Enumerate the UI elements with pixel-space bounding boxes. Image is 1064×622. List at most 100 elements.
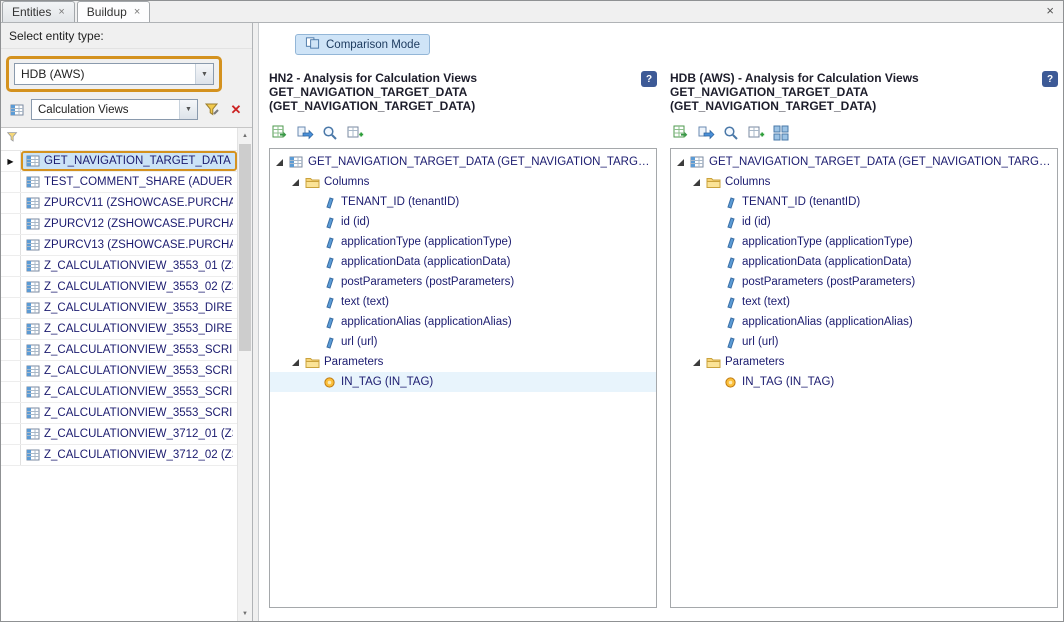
entity-list-item[interactable]: ▶ Z_CALCULATIONVIEW_3553_DIRECT xyxy=(1,298,237,319)
tab-close-icon[interactable]: × xyxy=(134,7,140,18)
sidebar-header-label: Select entity type: xyxy=(1,23,252,49)
row-gutter[interactable]: ▶ xyxy=(1,193,21,213)
zoom-icon[interactable] xyxy=(321,124,339,142)
calculation-view-icon xyxy=(26,301,40,315)
layout-grid-icon[interactable] xyxy=(772,124,790,142)
view-type-value: Calculation Views xyxy=(38,104,129,116)
tree-item-column[interactable]: text (text) xyxy=(270,292,656,312)
collapse-arrow-icon[interactable] xyxy=(692,358,701,367)
collapse-arrow-icon[interactable] xyxy=(676,158,685,167)
list-scrollbar[interactable]: ▲ ▼ xyxy=(237,128,252,621)
calculation-view-icon xyxy=(26,196,40,210)
entity-list-item[interactable]: ▶ ZPURCV11 (ZSHOWCASE.PURCHASIN xyxy=(1,193,237,214)
comparison-mode-label: Comparison Mode xyxy=(326,39,420,51)
tree-folder-columns[interactable]: Columns xyxy=(270,172,656,192)
entity-list-item[interactable]: ▶ Z_CALCULATIONVIEW_3553_DIRECT xyxy=(1,319,237,340)
collapse-arrow-icon[interactable] xyxy=(291,178,300,187)
tree-item-column[interactable]: applicationAlias (applicationAlias) xyxy=(270,312,656,332)
tree-columns-list: TENANT_ID (tenantID) id (id) application… xyxy=(671,192,1057,352)
tree-folder-parameters[interactable]: Parameters xyxy=(270,352,656,372)
row-gutter[interactable]: ▶ xyxy=(1,319,21,339)
scroll-down-icon[interactable]: ▼ xyxy=(238,606,252,621)
export-table-icon[interactable] xyxy=(672,124,690,142)
zoom-icon[interactable] xyxy=(722,124,740,142)
column-icon xyxy=(321,256,337,269)
entity-type-dropdown[interactable]: HDB (AWS) ▼ xyxy=(14,63,214,85)
tree-item-column[interactable]: postParameters (postParameters) xyxy=(671,272,1057,292)
entity-list-item[interactable]: ▶ TEST_COMMENT_SHARE (ADUERRST xyxy=(1,172,237,193)
row-gutter[interactable]: ▶ xyxy=(1,403,21,423)
column-icon xyxy=(321,276,337,289)
add-columns-icon[interactable] xyxy=(346,124,364,142)
row-gutter[interactable]: ▶ xyxy=(1,277,21,297)
help-icon[interactable]: ? xyxy=(641,71,657,87)
tree-item-column[interactable]: applicationAlias (applicationAlias) xyxy=(671,312,1057,332)
row-gutter[interactable]: ▶ xyxy=(1,340,21,360)
row-gutter[interactable]: ▶ xyxy=(1,214,21,234)
entity-list-item[interactable]: ▶ Z_CALCULATIONVIEW_3553_SCRIPT xyxy=(1,382,237,403)
row-gutter[interactable]: ▶ xyxy=(1,424,21,444)
tab-entities[interactable]: Entities × xyxy=(2,1,75,22)
scroll-up-icon[interactable]: ▲ xyxy=(238,128,252,143)
entity-list-item[interactable]: ▶ Z_CALCULATIONVIEW_3553_01 (ZSF xyxy=(1,256,237,277)
row-gutter[interactable]: ▶ xyxy=(1,256,21,276)
filter-row[interactable] xyxy=(1,128,237,151)
calculation-view-icon xyxy=(26,322,40,336)
tree-item-column[interactable]: applicationType (applicationType) xyxy=(671,232,1057,252)
collapse-arrow-icon[interactable] xyxy=(291,358,300,367)
collapse-arrow-icon[interactable] xyxy=(692,178,701,187)
column-label: applicationType (applicationType) xyxy=(341,236,512,248)
transfer-icon[interactable] xyxy=(697,124,715,142)
tab-buildup[interactable]: Buildup × xyxy=(77,1,150,22)
tree-item-column[interactable]: id (id) xyxy=(270,212,656,232)
row-gutter[interactable]: ▶ xyxy=(1,235,21,255)
close-icon[interactable]: × xyxy=(1046,4,1054,17)
tree-item-column[interactable]: TENANT_ID (tenantID) xyxy=(270,192,656,212)
tree-item-column[interactable]: applicationData (applicationData) xyxy=(671,252,1057,272)
folder-label: Parameters xyxy=(725,356,784,368)
tree-item-parameter[interactable]: IN_TAG (IN_TAG) xyxy=(671,372,1057,392)
row-gutter[interactable]: ▶ xyxy=(1,382,21,402)
add-columns-icon[interactable] xyxy=(747,124,765,142)
tree-item-column[interactable]: TENANT_ID (tenantID) xyxy=(671,192,1057,212)
entity-list-item[interactable]: ▶ Z_CALCULATIONVIEW_3553_SCRIPT xyxy=(1,340,237,361)
tree-item-column[interactable]: url (url) xyxy=(270,332,656,352)
row-gutter[interactable]: ▶ xyxy=(1,172,21,192)
help-icon[interactable]: ? xyxy=(1042,71,1058,87)
row-gutter[interactable]: ▶ xyxy=(1,298,21,318)
tab-close-icon[interactable]: × xyxy=(58,7,64,18)
view-type-dropdown[interactable]: Calculation Views ▼ xyxy=(31,99,198,120)
export-table-icon[interactable] xyxy=(271,124,289,142)
tree-folder-parameters[interactable]: Parameters xyxy=(671,352,1057,372)
tree-item-parameter[interactable]: IN_TAG (IN_TAG) xyxy=(270,372,656,392)
clear-filter-button[interactable]: ✕ xyxy=(226,100,246,120)
edit-filter-button[interactable] xyxy=(202,100,222,120)
tree-item-column[interactable]: applicationData (applicationData) xyxy=(270,252,656,272)
row-gutter[interactable]: ▶ xyxy=(1,445,21,465)
entity-list-item[interactable]: ▶ Z_CALCULATIONVIEW_3553_02 (ZSF xyxy=(1,277,237,298)
tree-root[interactable]: GET_NAVIGATION_TARGET_DATA (GET_NAVIGATI… xyxy=(270,152,656,172)
chevron-down-icon[interactable]: ▼ xyxy=(179,100,197,119)
tree-item-column[interactable]: url (url) xyxy=(671,332,1057,352)
collapse-arrow-icon[interactable] xyxy=(275,158,284,167)
entity-list-item[interactable]: ▶ Z_CALCULATIONVIEW_3553_SCRIPT xyxy=(1,361,237,382)
entity-list-item[interactable]: ▶ GET_NAVIGATION_TARGET_DATA (s xyxy=(1,151,237,172)
entity-list-item[interactable]: ▶ Z_CALCULATIONVIEW_3712_01 (ZSF xyxy=(1,424,237,445)
entity-list-item[interactable]: ▶ ZPURCV12 (ZSHOWCASE.PURCHASIN xyxy=(1,214,237,235)
scrollbar-thumb[interactable] xyxy=(239,144,251,351)
column-icon xyxy=(722,336,738,349)
tree-folder-columns[interactable]: Columns xyxy=(671,172,1057,192)
tree-item-column[interactable]: id (id) xyxy=(671,212,1057,232)
row-gutter[interactable]: ▶ xyxy=(1,361,21,381)
entity-list-item[interactable]: ▶ Z_CALCULATIONVIEW_3553_SCRIPT xyxy=(1,403,237,424)
tree-item-column[interactable]: applicationType (applicationType) xyxy=(270,232,656,252)
entity-list-item[interactable]: ▶ Z_CALCULATIONVIEW_3712_02 (ZSF xyxy=(1,445,237,466)
chevron-down-icon[interactable]: ▼ xyxy=(195,64,213,84)
entity-list-item[interactable]: ▶ ZPURCV13 (ZSHOWCASE.PURCHASIN xyxy=(1,235,237,256)
transfer-icon[interactable] xyxy=(296,124,314,142)
tree-item-column[interactable]: postParameters (postParameters) xyxy=(270,272,656,292)
row-gutter[interactable]: ▶ xyxy=(1,151,21,171)
tree-root[interactable]: GET_NAVIGATION_TARGET_DATA (GET_NAVIGATI… xyxy=(671,152,1057,172)
comparison-mode-button[interactable]: Comparison Mode xyxy=(295,34,430,55)
tree-item-column[interactable]: text (text) xyxy=(671,292,1057,312)
